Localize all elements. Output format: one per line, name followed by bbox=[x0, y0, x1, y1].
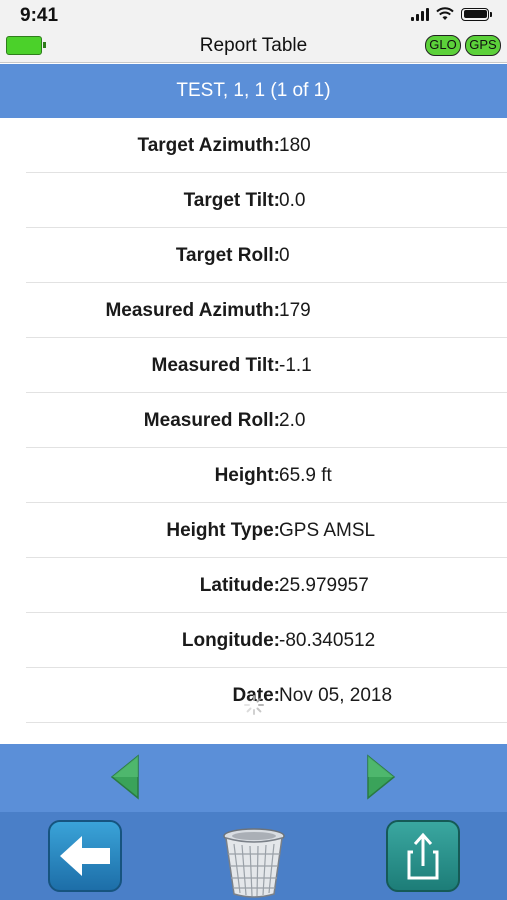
record-pager bbox=[0, 744, 507, 812]
row-label: Height Type: bbox=[166, 520, 280, 541]
row-label: Target Roll: bbox=[175, 245, 280, 266]
row-value: 0.0 bbox=[279, 190, 306, 211]
row-label: Longitude: bbox=[181, 630, 280, 651]
phone-battery-icon bbox=[461, 7, 492, 21]
status-icons bbox=[411, 7, 492, 21]
back-button[interactable] bbox=[48, 820, 122, 892]
table-row: Target Azimuth: 180 bbox=[26, 118, 507, 173]
row-label: Measured Tilt: bbox=[151, 355, 280, 376]
record-header: TEST, 1, 1 (1 of 1) bbox=[0, 64, 507, 118]
row-value: 2.0 bbox=[279, 410, 306, 431]
row-value: -1.1 bbox=[279, 355, 312, 376]
table-row: Height: 65.9 ft bbox=[26, 448, 507, 503]
left-arrow-icon[interactable] bbox=[108, 754, 142, 800]
table-row: Date: Nov 05, 2018 bbox=[26, 668, 507, 723]
bottom-toolbar bbox=[0, 812, 507, 900]
glo-badge: GLO bbox=[425, 35, 461, 56]
wifi-icon bbox=[436, 7, 454, 20]
right-arrow-icon[interactable] bbox=[364, 754, 398, 800]
report-table[interactable]: Target Azimuth: 180 Target Tilt: 0.0 Tar… bbox=[0, 118, 507, 744]
row-value: 0 bbox=[279, 245, 290, 266]
row-value: 180 bbox=[279, 135, 311, 156]
status-time: 9:41 bbox=[20, 5, 59, 26]
share-icon bbox=[407, 832, 439, 880]
row-value: 179 bbox=[279, 300, 311, 321]
row-label: Target Azimuth: bbox=[137, 135, 281, 156]
table-row: Target Tilt: 0.0 bbox=[26, 173, 507, 228]
trash-can-icon bbox=[223, 828, 285, 898]
loading-spinner-icon bbox=[244, 695, 264, 715]
row-value: 65.9 ft bbox=[279, 465, 332, 486]
gps-badge: GPS bbox=[465, 35, 501, 56]
table-row: Measured Roll: 2.0 bbox=[26, 393, 507, 448]
nav-bar: Report Table GLO GPS bbox=[0, 30, 507, 63]
cellular-signal-icon bbox=[411, 7, 429, 21]
table-row: Target Roll: 0 bbox=[26, 228, 507, 283]
row-label: Target Tilt: bbox=[183, 190, 280, 211]
row-label: Latitude: bbox=[199, 575, 280, 596]
row-value: -80.340512 bbox=[279, 630, 376, 651]
share-button[interactable] bbox=[386, 820, 460, 892]
delete-button[interactable] bbox=[214, 820, 294, 900]
row-label: Measured Roll: bbox=[143, 410, 280, 431]
table-row: Latitude: 25.979957 bbox=[26, 558, 507, 613]
row-label: Height: bbox=[214, 465, 280, 486]
table-row: Height Type: GPS AMSL bbox=[26, 503, 507, 558]
row-label: Measured Azimuth: bbox=[105, 300, 280, 321]
row-value: 25.979957 bbox=[279, 575, 369, 596]
row-value: GPS AMSL bbox=[279, 520, 376, 541]
table-row: Longitude: -80.340512 bbox=[26, 613, 507, 668]
table-row: Measured Azimuth: 179 bbox=[26, 283, 507, 338]
gnss-badges: GLO GPS bbox=[425, 35, 501, 56]
back-arrow-icon bbox=[60, 836, 110, 876]
table-row: Measured Tilt: -1.1 bbox=[26, 338, 507, 393]
status-bar: 9:41 bbox=[0, 0, 507, 30]
row-value: Nov 05, 2018 bbox=[279, 685, 393, 706]
